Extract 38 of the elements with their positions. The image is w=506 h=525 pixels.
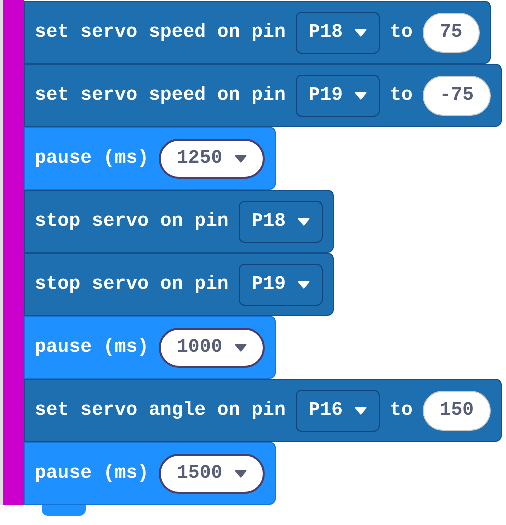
caret-icon <box>298 280 310 288</box>
dropdown-field[interactable]: P19 <box>296 74 380 116</box>
caret-icon <box>298 218 310 226</box>
block-label: set servo angle on pin <box>35 398 286 424</box>
servo-block[interactable]: set servo speed on pin P18 to 75 <box>24 1 491 64</box>
pause-block[interactable]: pause (ms) 1000 <box>24 316 276 379</box>
pause-block[interactable]: pause (ms) 1500 <box>24 442 276 505</box>
block-label: pause (ms) <box>35 146 150 172</box>
block-label: stop servo on pin <box>35 272 229 298</box>
block-label: pause (ms) <box>35 335 150 360</box>
pause-block[interactable]: pause (ms) 1250 <box>24 127 276 190</box>
dropdown-field[interactable]: P18 <box>296 12 380 54</box>
dropdown-field[interactable]: 1250 <box>159 138 265 178</box>
block-label: pause (ms) <box>35 461 150 486</box>
servo-block[interactable]: stop servo on pin P18 <box>24 190 334 253</box>
block-label: to <box>390 20 413 46</box>
servo-block[interactable]: set servo speed on pin P19 to -75 <box>24 64 502 127</box>
caret-icon <box>234 470 247 478</box>
block-label: to <box>390 83 413 108</box>
block-label: to <box>390 398 413 424</box>
dropdown-field[interactable]: P16 <box>296 390 380 432</box>
caret-icon <box>234 344 247 352</box>
dropdown-field[interactable]: P19 <box>238 264 324 306</box>
servo-block[interactable]: set servo angle on pin P16 to 150 <box>24 379 502 442</box>
number-field[interactable]: 150 <box>422 390 492 430</box>
servo-block[interactable]: stop servo on pin P19 <box>24 253 334 316</box>
block-label: set servo speed on pin <box>35 20 286 46</box>
caret-icon <box>355 406 368 414</box>
caret-icon <box>234 154 247 162</box>
block-label: stop servo on pin <box>35 209 229 234</box>
dropdown-field[interactable]: 1500 <box>159 454 265 494</box>
caret-icon <box>355 92 368 100</box>
dropdown-field[interactable]: 1000 <box>159 328 265 368</box>
number-field[interactable]: 75 <box>422 12 480 52</box>
caret-icon <box>355 28 368 36</box>
number-field[interactable]: -75 <box>422 76 492 116</box>
dropdown-field[interactable]: P18 <box>238 200 324 242</box>
block-label: set servo speed on pin <box>35 83 286 108</box>
